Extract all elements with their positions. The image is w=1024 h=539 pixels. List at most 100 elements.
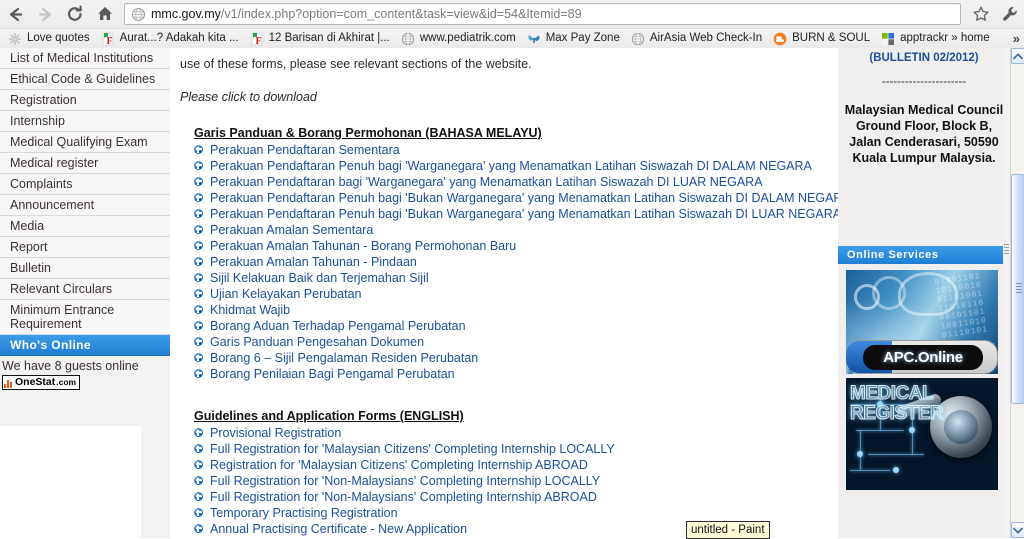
download-list-bm: Perakuan Pendaftaran Sementara Perakuan … — [194, 142, 851, 382]
left-sidebar: List of Medical Institutions Ethical Cod… — [0, 48, 170, 538]
bookmark-label: Love quotes — [27, 31, 90, 44]
bookmark-airasia[interactable]: AirAsia Web Check-In — [627, 30, 769, 48]
download-link[interactable]: Full Registration for 'Non-Malaysians' C… — [210, 489, 597, 505]
list-item[interactable]: Perakuan Amalan Tahunan - Borang Permoho… — [194, 238, 835, 254]
download-link[interactable]: Sijil Kelakuan Baik dan Terjemahan Sijil — [210, 270, 429, 286]
sidebar-item-bulletin[interactable]: Bulletin — [0, 258, 170, 279]
bookmark-pediatrik[interactable]: www.pediatrik.com — [397, 30, 523, 48]
bookmark-burn-and-soul[interactable]: BURN & SOUL — [769, 30, 877, 48]
inner-scrollbar-grip[interactable] — [1004, 244, 1009, 260]
bookmark-12-barisan[interactable]: F 12 Barisan di Akhirat |... — [246, 30, 397, 48]
page-viewport: List of Medical Institutions Ethical Cod… — [0, 48, 1024, 538]
download-link[interactable]: Perakuan Pendaftaran bagi 'Warganegara' … — [210, 174, 763, 190]
list-item[interactable]: Registration for 'Malaysian Citizens' Co… — [194, 457, 835, 473]
sidebar-item-list-of-medical-institutions[interactable]: List of Medical Institutions — [0, 48, 170, 69]
download-link[interactable]: Perakuan Pendaftaran Penuh bagi 'Bukan W… — [210, 190, 851, 206]
download-link[interactable]: Khidmat Wajib — [210, 302, 290, 318]
reload-icon[interactable] — [60, 0, 90, 28]
home-icon[interactable] — [90, 0, 120, 28]
download-link[interactable]: Annual Practising Certificate - New Appl… — [210, 521, 467, 537]
section-bahasa-melayu: Garis Panduan & Borang Permohonan (BAHAS… — [180, 126, 851, 382]
list-item[interactable]: Perakuan Pendaftaran bagi 'Warganegara' … — [194, 174, 835, 190]
bookmark-label: Aurat...? Adakah kita ... — [119, 31, 239, 44]
list-item[interactable]: Full Registration for 'Non-Malaysians' C… — [194, 489, 835, 505]
download-link[interactable]: Perakuan Pendaftaran Sementara — [210, 142, 400, 158]
list-item[interactable]: Khidmat Wajib — [194, 302, 835, 318]
inner-scrollbar[interactable] — [1003, 48, 1010, 538]
sidebar-item-medical-qualifying-exam[interactable]: Medical Qualifying Exam — [0, 132, 170, 153]
list-item[interactable]: Full Registration for 'Malaysian Citizen… — [194, 441, 835, 457]
sidebar-item-registration[interactable]: Registration — [0, 90, 170, 111]
onestat-suffix: .com — [56, 377, 77, 388]
list-item[interactable]: Borang Aduan Terhadap Pengamal Perubatan — [194, 318, 835, 334]
forward-arrow-icon[interactable] — [30, 0, 60, 28]
bookmark-love-quotes[interactable]: Love quotes — [4, 30, 97, 48]
wrench-icon[interactable] — [995, 1, 1024, 27]
download-link[interactable]: Perakuan Amalan Sementara — [210, 222, 373, 238]
list-item[interactable]: Full Registration for 'Non-Malaysians' C… — [194, 473, 835, 489]
address-bar[interactable]: mmc.gov.my/v1/index.php?option=com_conte… — [124, 3, 961, 25]
download-link[interactable]: Perakuan Amalan Tahunan - Borang Permoho… — [210, 238, 516, 254]
download-link[interactable]: Perakuan Pendaftaran Penuh bagi 'Wargane… — [210, 158, 812, 174]
list-item[interactable]: Borang Penilaian Bagi Pengamal Perubatan — [194, 366, 835, 382]
download-link[interactable]: Garis Panduan Pengesahan Dokumen — [210, 334, 424, 350]
list-item[interactable]: Perakuan Pendaftaran Sementara — [194, 142, 835, 158]
onestat-badge[interactable]: OneStat .com — [2, 375, 81, 390]
sidebar-item-minimum-entrance-requirement[interactable]: Minimum Entrance Requirement — [0, 300, 170, 335]
guests-online-text: We have 8 guests online — [2, 359, 139, 373]
banner-apc-online[interactable]: 01001101 10110010 01101001 11010110 00101101… — [846, 270, 998, 374]
download-bullet-icon — [194, 321, 203, 330]
bulletin-label[interactable]: (BULLETIN 02/2012) — [844, 52, 1004, 64]
bookmark-apptrackr[interactable]: apptrackr » home — [877, 30, 997, 48]
sidebar-item-relevant-circulars[interactable]: Relevant Circulars — [0, 279, 170, 300]
sidebar-item-medical-register[interactable]: Medical register — [0, 153, 170, 174]
back-arrow-icon[interactable] — [0, 0, 30, 28]
list-item[interactable]: Perakuan Amalan Sementara — [194, 222, 835, 238]
list-item[interactable]: Perakuan Pendaftaran Penuh bagi 'Wargane… — [194, 158, 835, 174]
download-link[interactable]: Ujian Kelayakan Perubatan — [210, 286, 362, 302]
scroll-down-arrow-icon[interactable] — [1011, 522, 1024, 538]
sidebar-item-ethical-code[interactable]: Ethical Code & Guidelines — [0, 69, 170, 90]
mr-line-1: MEDICAL — [849, 383, 934, 404]
download-link[interactable]: Borang Aduan Terhadap Pengamal Perubatan — [210, 318, 466, 334]
list-item[interactable]: Ujian Kelayakan Perubatan — [194, 286, 835, 302]
download-link[interactable]: Temporary Practising Registration — [210, 505, 398, 521]
list-item[interactable]: Perakuan Pendaftaran Penuh bagi 'Bukan W… — [194, 206, 841, 222]
download-link[interactable]: Full Registration for 'Non-Malaysians' C… — [210, 473, 600, 489]
download-bullet-icon — [194, 209, 203, 218]
list-item[interactable]: Sijil Kelakuan Baik dan Terjemahan Sijil — [194, 270, 835, 286]
sidebar-item-report[interactable]: Report — [0, 237, 170, 258]
blogger-icon — [773, 32, 787, 45]
list-item[interactable]: Provisional Registration — [194, 425, 835, 441]
download-link[interactable]: Full Registration for 'Malaysian Citizen… — [210, 441, 615, 457]
download-bullet-icon — [194, 145, 203, 154]
scrollbar-thumb[interactable] — [1011, 174, 1024, 404]
download-link[interactable]: Perakuan Amalan Tahunan - Pindaan — [210, 254, 417, 270]
scroll-up-arrow-icon[interactable] — [1011, 48, 1024, 64]
list-item[interactable]: Temporary Practising Registration — [194, 505, 835, 521]
star-icon[interactable] — [966, 1, 995, 27]
sidebar-item-media[interactable]: Media — [0, 216, 170, 237]
download-link[interactable]: Registration for 'Malaysian Citizens' Co… — [210, 457, 588, 473]
download-link[interactable]: Perakuan Pendaftaran Penuh bagi 'Bukan W… — [210, 206, 841, 222]
list-item[interactable]: Garis Panduan Pengesahan Dokumen — [194, 334, 835, 350]
list-item[interactable]: Perakuan Amalan Tahunan - Pindaan — [194, 254, 835, 270]
apc-pill: APC.Online — [863, 345, 983, 370]
whos-online-header: Who's Online — [0, 335, 170, 356]
vertical-scrollbar[interactable] — [1010, 48, 1024, 538]
download-link[interactable]: Borang 6 – Sijil Pengalaman Residen Peru… — [210, 350, 478, 366]
sidebar-item-complaints[interactable]: Complaints — [0, 174, 170, 195]
banner-medical-register[interactable]: MEDICAL REGISTER — [846, 378, 998, 490]
download-link[interactable]: Borang Penilaian Bagi Pengamal Perubatan — [210, 366, 455, 382]
download-bullet-icon — [194, 273, 203, 282]
section-title: Guidelines and Application Forms (ENGLIS… — [194, 409, 464, 423]
list-item[interactable]: Perakuan Pendaftaran Penuh bagi 'Bukan W… — [194, 190, 851, 206]
download-link[interactable]: Provisional Registration — [210, 425, 341, 441]
bookmark-max-pay-zone[interactable]: Max Pay Zone — [523, 30, 627, 48]
bookmark-aurat[interactable]: F Aurat...? Adakah kita ... — [97, 30, 246, 48]
sidebar-item-announcement[interactable]: Announcement — [0, 195, 170, 216]
sidebar-item-internship[interactable]: Internship — [0, 111, 170, 132]
bookmarks-overflow-icon[interactable]: » — [1013, 31, 1020, 46]
download-bullet-icon — [194, 257, 203, 266]
list-item[interactable]: Borang 6 – Sijil Pengalaman Residen Peru… — [194, 350, 835, 366]
